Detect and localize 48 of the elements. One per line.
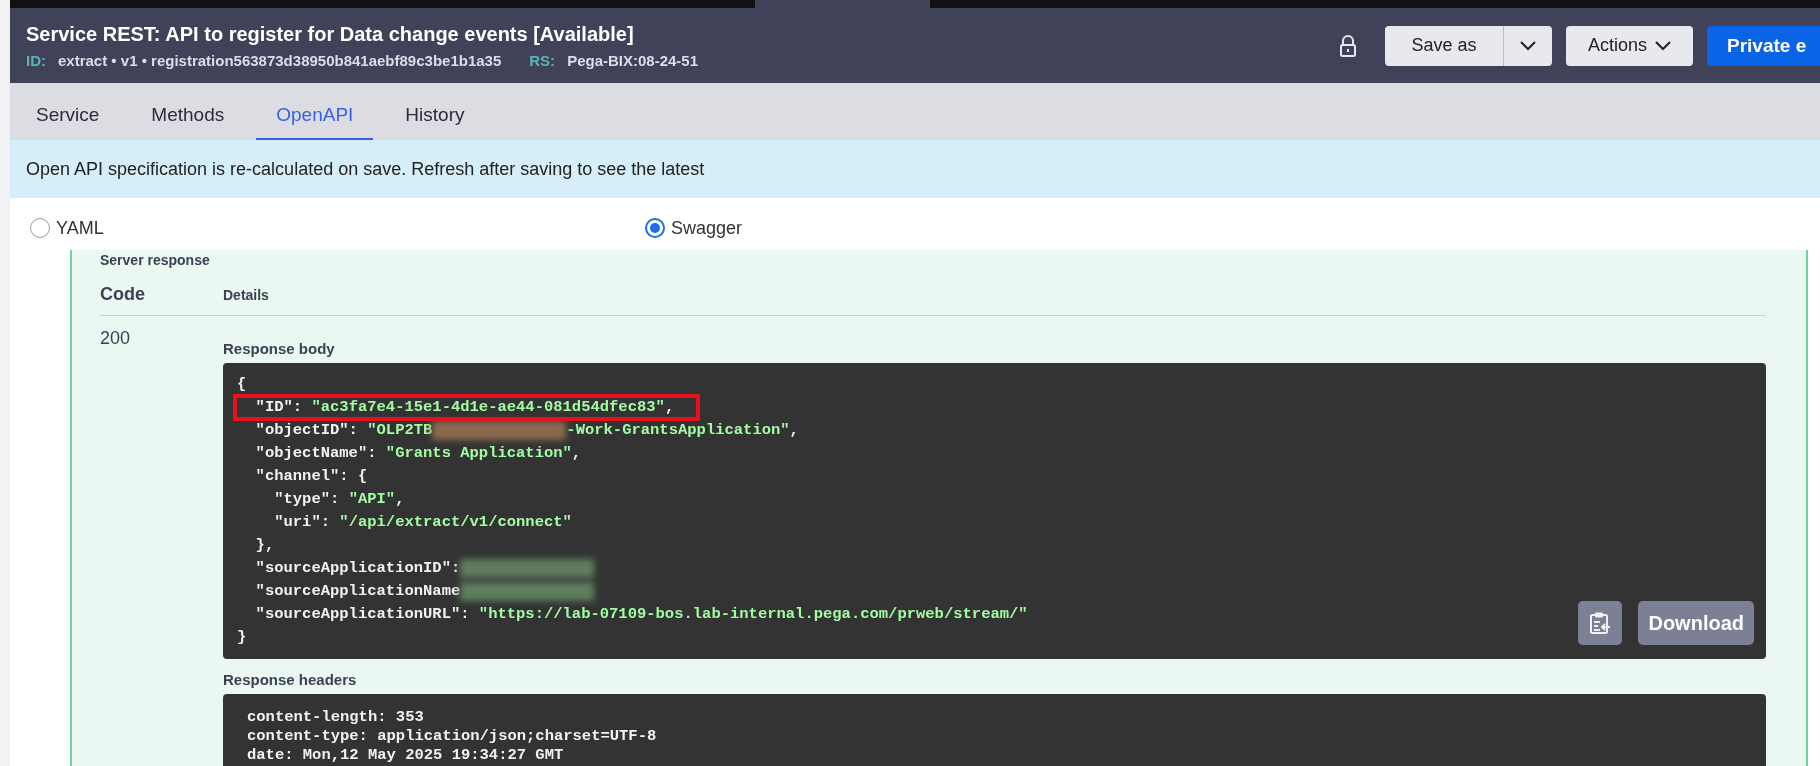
subsection-title: Response body bbox=[223, 340, 336, 357]
code-line: "objectName": "Grants Application", bbox=[254, 443, 583, 464]
radio-option[interactable]: Swagger bbox=[645, 217, 1260, 239]
code-text: , bbox=[789, 421, 799, 440]
code-text: -Work-GrantsApplication" bbox=[566, 421, 790, 440]
download-button[interactable]: Download bbox=[1638, 601, 1754, 645]
code-line: "channel": { bbox=[254, 466, 369, 487]
column-header: Code bbox=[100, 284, 146, 305]
status-code: 200 bbox=[100, 328, 132, 350]
radio-label: Swagger bbox=[671, 217, 743, 239]
code-line: content-length: 353 bbox=[247, 708, 424, 727]
tab[interactable]: History bbox=[385, 104, 485, 140]
code-line: "type": "API", bbox=[273, 489, 406, 510]
subsection-title: Response headers bbox=[223, 671, 358, 688]
code-text: "objectID": bbox=[254, 421, 359, 440]
id-value: extract • v1 • registration563873d38950b841aebf89c3be1b1a35 bbox=[58, 51, 502, 69]
rule-title: Service REST: API to register for Data change events [Available] bbox=[26, 22, 635, 46]
code-line: { bbox=[236, 374, 248, 395]
code-line: "sourceApplicationURL": "https://lab-07109-bos.lab-internal.pega.com/prweb/stream/" bbox=[254, 604, 1029, 625]
code-text: "OLP2TB bbox=[367, 421, 433, 440]
radio-button[interactable] bbox=[30, 218, 50, 238]
radio-option[interactable]: YAML bbox=[30, 217, 645, 239]
code-text: "sourceApplicationName bbox=[254, 582, 461, 601]
tab[interactable]: Service bbox=[16, 104, 120, 140]
code-line: "uri": "/api/extract/v1/connect" bbox=[273, 512, 573, 533]
lock-icon bbox=[1338, 34, 1357, 57]
chevron-down-icon bbox=[1519, 40, 1536, 51]
code-line: } bbox=[236, 627, 248, 648]
tab[interactable]: Methods bbox=[131, 104, 245, 140]
rs-label: RS: bbox=[529, 51, 556, 69]
clipboard-icon bbox=[1589, 611, 1612, 635]
id-label: ID: bbox=[26, 51, 46, 69]
radio-label: YAML bbox=[56, 217, 104, 239]
code-text: "sourceApplicationID": bbox=[254, 559, 461, 578]
info-banner: Open API specification is re-calculated on save. Refresh after saving to see the latest bbox=[10, 140, 1820, 198]
code-line: date: Mon,12 May 2025 19:34:27 GMT bbox=[247, 746, 564, 765]
code-line: content-type: application/json;charset=UTF-8 bbox=[247, 727, 657, 746]
save-as-button[interactable]: Save as bbox=[1384, 25, 1503, 66]
column-header: Details bbox=[223, 287, 269, 303]
actions-button[interactable]: Actions bbox=[1565, 25, 1693, 66]
section-title: Server response bbox=[100, 251, 211, 268]
copy-button[interactable] bbox=[1578, 601, 1623, 645]
save-options-button[interactable] bbox=[1502, 25, 1552, 66]
radio-button[interactable] bbox=[645, 218, 665, 238]
rs-value: Pega-BIX:08-24-51 bbox=[567, 51, 699, 69]
code-line: }, bbox=[254, 535, 276, 556]
private-edit-button[interactable]: Private e bbox=[1707, 25, 1820, 66]
chevron-down-icon bbox=[1655, 40, 1671, 51]
